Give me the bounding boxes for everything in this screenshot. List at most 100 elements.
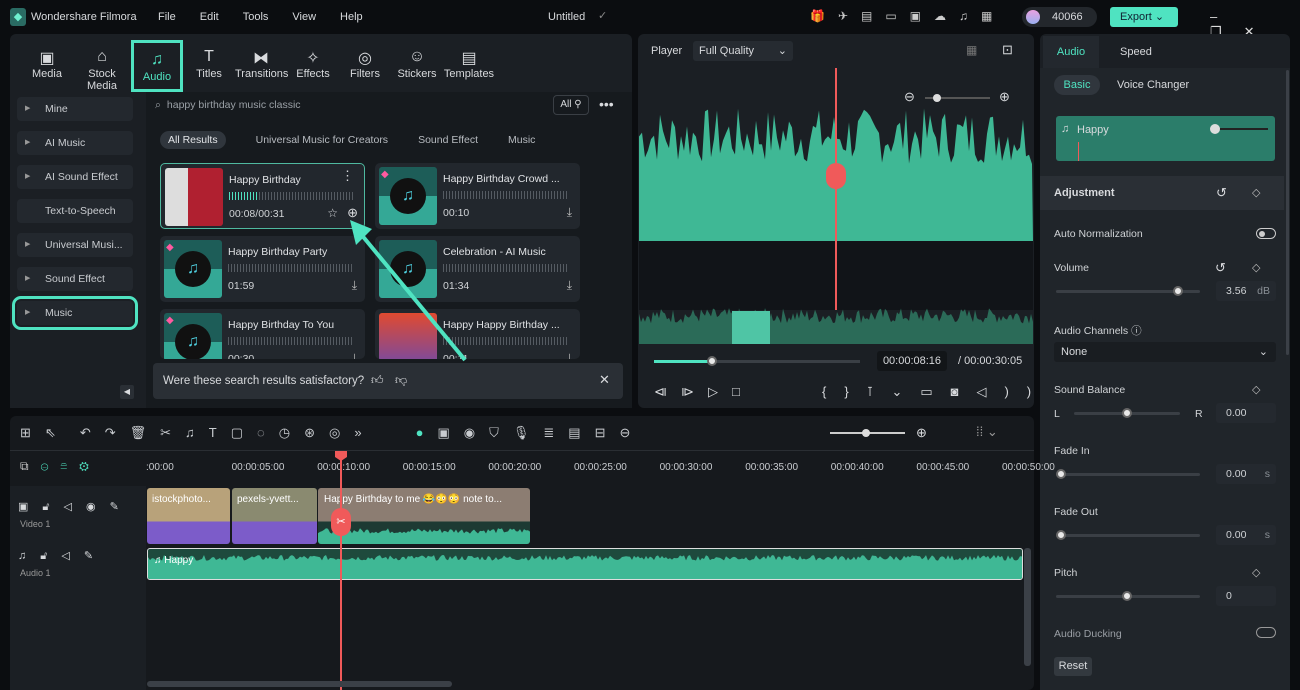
tab-transitions[interactable]: ⧓ Transitions xyxy=(235,40,288,92)
download-icon[interactable]: ⤓ xyxy=(567,278,572,293)
fade-out-input[interactable]: 0.00 s xyxy=(1216,525,1276,545)
zoom-out-icon[interactable]: ⊖ xyxy=(904,89,915,105)
subtab-basic[interactable]: Basic xyxy=(1054,75,1100,95)
fade-in-input[interactable]: 0.00 s xyxy=(1216,464,1276,484)
volume-keyframe-icon[interactable]: ◇ xyxy=(1252,261,1260,274)
keyframe-icon[interactable]: ◇ xyxy=(1252,186,1260,199)
zoom-in-icon[interactable]: ⊕ xyxy=(999,89,1010,105)
sound-balance-slider[interactable] xyxy=(1074,408,1180,418)
tab-titles[interactable]: T Titles xyxy=(183,40,235,92)
volume-reset-icon[interactable]: ↺ xyxy=(1215,260,1226,276)
reset-button[interactable]: Reset xyxy=(1054,657,1092,676)
layout-menu-icon[interactable]: ⁞⁞ ⌄ xyxy=(976,424,998,440)
timeline-playhead[interactable] xyxy=(340,452,342,690)
menu-tools[interactable]: Tools xyxy=(243,11,269,23)
filter-tab[interactable]: Universal Music for Creators xyxy=(256,134,388,146)
sidebar-item-ai-music[interactable]: ▶ AI Music xyxy=(17,131,133,155)
clip-label: istockphoto... xyxy=(152,494,211,505)
video-clip-1[interactable]: istockphoto... xyxy=(147,488,230,544)
thumbs-down-icon[interactable]: 👎︎ xyxy=(395,373,407,388)
tab-media[interactable]: ▣ Media xyxy=(21,40,73,92)
auto-normalization-toggle[interactable] xyxy=(1256,228,1276,239)
balance-input[interactable]: 0.00 xyxy=(1216,403,1276,423)
tab-label: Media xyxy=(32,68,62,80)
volume-slider[interactable] xyxy=(1056,286,1200,296)
more-options-icon[interactable]: ⋮ xyxy=(341,168,354,184)
filter-button[interactable]: All ⚲ xyxy=(553,95,589,115)
sidebar-item-ai-sound-effect[interactable]: ▶ AI Sound Effect xyxy=(17,165,133,189)
header-icons[interactable]: 🎁✈▤▭▣☁♫▦ xyxy=(810,9,1005,23)
result-title: Happy Birthday Crowd ... xyxy=(443,173,560,185)
close-icon[interactable]: ✕ xyxy=(599,372,610,388)
balance-keyframe-icon[interactable]: ◇ xyxy=(1252,383,1260,396)
project-title: Untitled xyxy=(548,11,586,23)
pitch-slider[interactable] xyxy=(1056,591,1200,601)
tab-templates[interactable]: ▤ Templates xyxy=(443,40,495,92)
preview-zoom-slider[interactable] xyxy=(925,94,990,102)
collapse-sidebar-button[interactable]: ◀ xyxy=(120,385,134,399)
result-card[interactable]: ♫ ◆ Happy Birthday Party 01:59 ⤓ xyxy=(160,236,365,302)
audio-clip-happy[interactable]: ♫ Happy xyxy=(147,548,1023,580)
track-tools[interactable]: ⧉⊝≘⚙ xyxy=(20,459,101,474)
tab-audio[interactable]: ♫ Audio xyxy=(131,40,183,92)
help-icon[interactable]: ⓘ xyxy=(1131,325,1142,337)
playback-controls[interactable]: ⧏⧐▷□ xyxy=(654,384,754,400)
export-label: Export xyxy=(1120,11,1152,23)
result-card[interactable]: ♫ ◆ Happy Birthday To You 00:30 ⤓ xyxy=(160,309,365,359)
fade-out-slider[interactable] xyxy=(1056,530,1200,540)
result-duration: 01:59 xyxy=(228,280,255,292)
timeline-zoom-in-icon[interactable]: ⊕ xyxy=(916,425,927,441)
player-progress[interactable] xyxy=(654,356,860,366)
sidebar-item-text-to-speech[interactable]: Text-to-Speech xyxy=(17,199,133,223)
subtab-voice-changer[interactable]: Voice Changer xyxy=(1117,79,1189,91)
reset-icon[interactable]: ↺ xyxy=(1216,185,1227,201)
sidebar-item-music[interactable]: ▶ Music xyxy=(12,296,138,330)
timeline-hscroll[interactable] xyxy=(147,681,452,687)
download-icon[interactable]: ⤓ xyxy=(567,351,572,359)
menu-edit[interactable]: Edit xyxy=(200,11,219,23)
properties-scrollbar[interactable] xyxy=(1286,70,1289,355)
tab-speed[interactable]: Speed xyxy=(1120,46,1152,58)
menu-help[interactable]: Help xyxy=(340,11,363,23)
audio-track-label: Audio 1 xyxy=(20,568,51,578)
grid-view-icon[interactable]: ▦ xyxy=(966,43,977,57)
tab-effects[interactable]: ✧ Effects xyxy=(287,40,339,92)
quality-select[interactable]: Full Quality ⌄ xyxy=(693,41,793,61)
timeline-vscroll[interactable] xyxy=(1024,548,1031,666)
filter-tab[interactable]: Sound Effect xyxy=(418,134,478,146)
filter-tab[interactable]: Music xyxy=(508,134,535,146)
tab-stock-media[interactable]: ⌂ Stock Media xyxy=(73,40,131,92)
video-track-controls[interactable]: ▣🔓︎◁◉✎ xyxy=(18,500,133,514)
split-scissors-icon[interactable]: ✂ xyxy=(331,508,351,536)
menu-view[interactable]: View xyxy=(292,11,316,23)
pitch-keyframe-icon[interactable]: ◇ xyxy=(1252,566,1260,579)
playhead-handle[interactable] xyxy=(826,163,846,189)
favorite-star-icon[interactable]: ☆ xyxy=(327,206,338,220)
sidebar-item-universal-musi-[interactable]: ▶ Universal Musi... xyxy=(17,233,133,257)
volume-input[interactable]: 3.56 dB xyxy=(1216,281,1276,301)
audio-channels-select[interactable]: None ⌄ xyxy=(1054,342,1276,362)
menu-file[interactable]: File xyxy=(158,11,176,23)
result-card[interactable]: Happy Birthday 00:08/00:31 ⋮ ☆ ⊕ xyxy=(160,163,365,229)
export-button[interactable]: Export ⌄ xyxy=(1110,7,1178,27)
avatar[interactable] xyxy=(1026,10,1040,24)
current-time[interactable]: 00:00:08:16 xyxy=(877,351,947,371)
pitch-input[interactable]: 0 xyxy=(1216,586,1276,606)
tab-audio[interactable]: Audio xyxy=(1043,36,1099,68)
video-clip-2[interactable]: pexels-yvett... xyxy=(232,488,317,544)
timeline-toolbar[interactable]: ⊞ ⇖ ↶ ↷ 🗑︎ ✂ ♫ T ▢ ◌ ◷ ⊛ ◎» ● ▣ ◉ ⛉ 🎙︎ ≣ ▤ ⊟ ⊖ xyxy=(20,425,644,441)
sidebar-item-sound-effect[interactable]: ▶ Sound Effect xyxy=(17,267,133,291)
filter-tab[interactable]: All Results xyxy=(160,131,226,149)
more-icon[interactable]: ••• xyxy=(599,96,614,112)
audio-track-controls[interactable]: ♫🔓︎◁✎ xyxy=(18,549,107,563)
thumbs-up-icon[interactable]: 👍︎ xyxy=(371,373,384,388)
fade-in-slider[interactable] xyxy=(1056,469,1200,479)
audio-ducking-toggle[interactable] xyxy=(1256,627,1276,638)
tab-stickers[interactable]: ☺ Stickers xyxy=(391,40,443,92)
tab-filters[interactable]: ◎ Filters xyxy=(339,40,391,92)
waveform-view-icon[interactable]: ⊡ xyxy=(1002,42,1013,58)
timeline-zoom-slider[interactable] xyxy=(830,429,905,437)
adjustment-header[interactable]: Adjustment ↺ ◇ xyxy=(1040,176,1284,210)
sidebar-item-mine[interactable]: ▶ Mine xyxy=(17,97,133,121)
download-icon[interactable]: ⤓ xyxy=(567,205,572,220)
